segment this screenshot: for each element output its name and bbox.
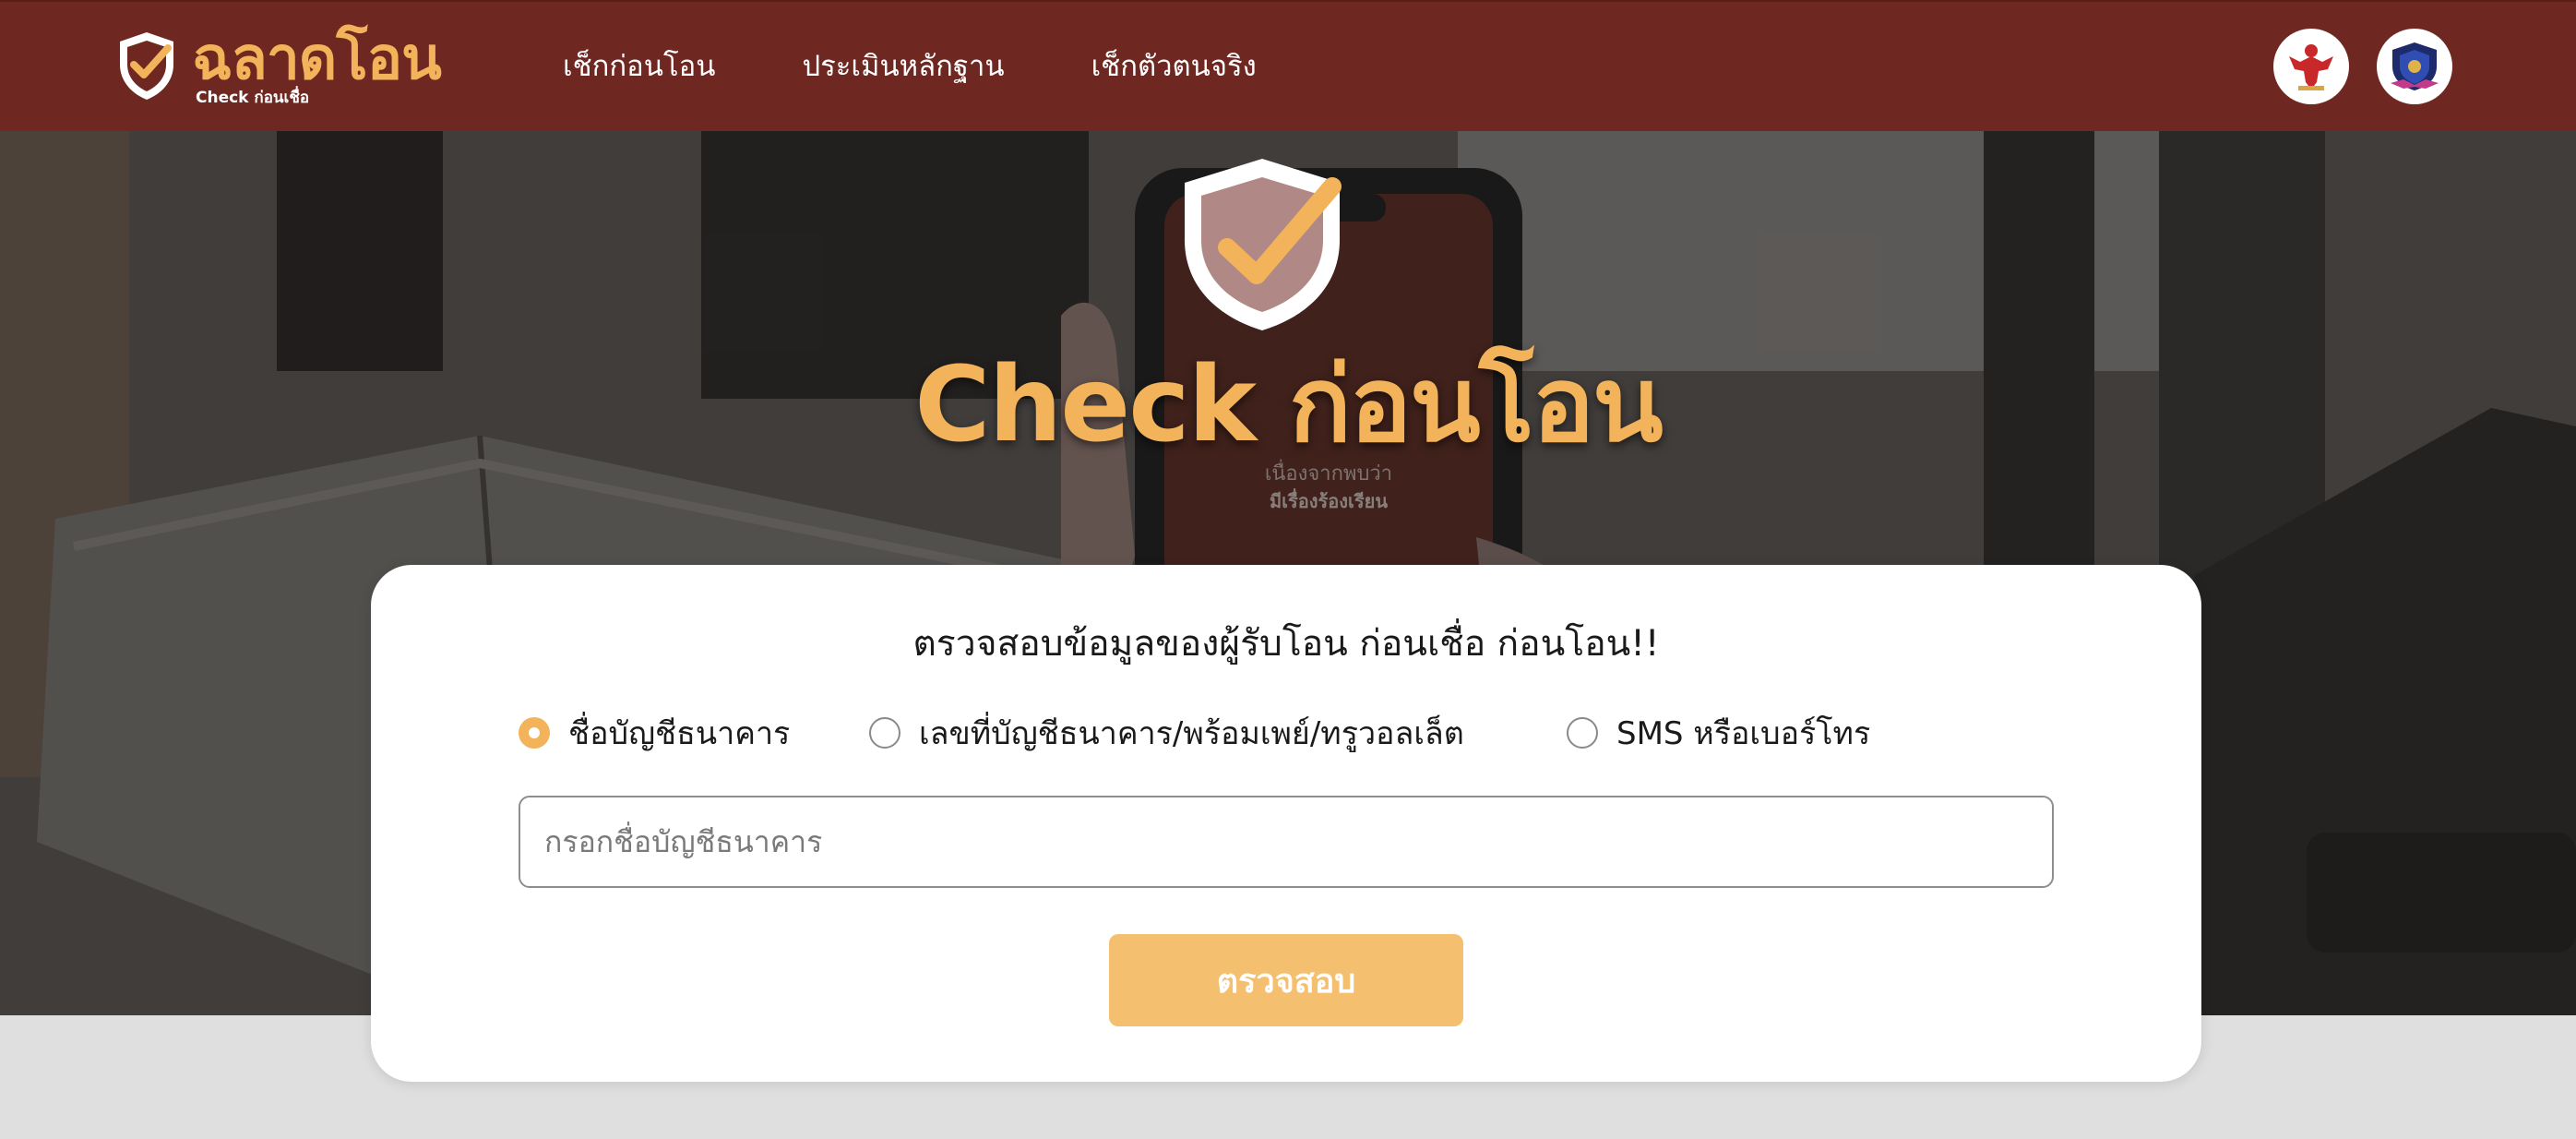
police-emblem-icon — [2391, 42, 2439, 90]
bank-account-name-input[interactable] — [519, 796, 2054, 888]
police-emblem-badge[interactable] — [2377, 29, 2452, 104]
logo-title: ฉลาดโอน — [192, 25, 442, 93]
hero-title: Check ก่อนโอน — [914, 345, 1663, 465]
radio-sms-phone[interactable]: SMS หรือเบอร์โทร — [1567, 705, 1870, 761]
shield-check-icon — [120, 32, 173, 100]
garuda-emblem-icon — [2289, 44, 2333, 90]
radio-account-number[interactable]: เลขที่บัญชีธนาคาร/พร้อมเพย์/ทรูวอลเล็ต — [869, 705, 1464, 761]
form-heading: ตรวจสอบข้อมูลของผู้รับโอน ก่อนเชื่อ ก่อน… — [912, 623, 1660, 665]
nav-item-check-before-transfer[interactable]: เช็กก่อนโอน — [563, 44, 715, 89]
shield-check-icon — [1185, 159, 1342, 330]
nav-item-verify-identity[interactable]: เช็กตัวตนจริง — [1091, 44, 1257, 89]
radio-label: SMS หรือเบอร์โทร — [1616, 715, 1871, 752]
nav-item-evaluate-evidence[interactable]: ประเมินหลักฐาน — [802, 44, 1004, 89]
site-logo[interactable]: ฉลาดโอน Check ก่อนเชื่อ — [116, 25, 442, 107]
radio-button[interactable] — [1567, 717, 1598, 749]
check-form-card: ตรวจสอบข้อมูลของผู้รับโอน ก่อนเชื่อ ก่อน… — [371, 565, 2201, 1082]
check-submit-button[interactable]: ตรวจสอบ — [1109, 934, 1463, 1026]
top-navbar: ฉลาดโอน Check ก่อนเชื่อ เช็กก่อนโอน ประเ… — [0, 0, 2576, 131]
radio-button-checked[interactable] — [519, 717, 550, 749]
logo-subtitle: Check ก่อนเชื่อ — [196, 89, 310, 107]
search-type-radio-group: ชื่อบัญชีธนาคาร เลขที่บัญชีธนาคาร/พร้อมเ… — [519, 705, 2105, 761]
garuda-emblem-badge[interactable] — [2273, 29, 2349, 104]
main-nav: เช็กก่อนโอน ประเมินหลักฐาน เช็กตัวตนจริง — [563, 44, 1343, 89]
radio-button[interactable] — [869, 717, 900, 749]
radio-label: ชื่อบัญชีธนาคาร — [568, 715, 791, 752]
radio-bank-account-name[interactable]: ชื่อบัญชีธนาคาร — [519, 705, 790, 761]
radio-label: เลขที่บัญชีธนาคาร/พร้อมเพย์/ทรูวอลเล็ต — [919, 715, 1464, 752]
